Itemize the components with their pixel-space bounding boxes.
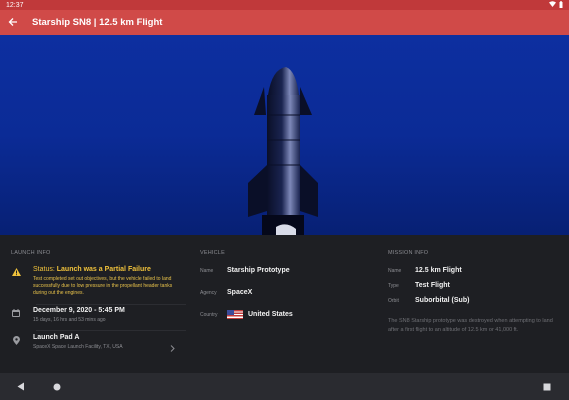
launch-date-row: December 9, 2020 - 5:45 PM 15 days, 16 h…: [0, 307, 190, 323]
status-label: Status:: [33, 266, 55, 273]
vehicle-country-label: Country: [200, 311, 218, 318]
battery-icon: [559, 0, 563, 10]
launch-info-title: LAUNCH INFO: [11, 250, 51, 256]
launch-pad-row[interactable]: Launch Pad A SpaceX Space Launch Facilit…: [0, 334, 190, 354]
calendar-icon: [7, 307, 25, 323]
vehicle-section: VEHICLE Name Starship Prototype Agency S…: [190, 235, 378, 373]
launch-info-section: LAUNCH INFO Status: Launch was a Partial…: [0, 235, 190, 373]
mission-name-label: Name: [388, 267, 402, 274]
status-value: Launch was a Partial Failure: [56, 266, 151, 273]
vehicle-country-value: United States: [248, 311, 293, 318]
vehicle-title: VEHICLE: [200, 250, 225, 256]
square-recents-icon: [543, 378, 551, 396]
circle-home-icon: [53, 378, 61, 396]
triangle-back-icon: [17, 378, 25, 396]
location-pin-icon: [7, 334, 25, 354]
launch-date-relative: 15 days, 16 hrs and 53 mins ago: [33, 317, 106, 323]
launch-status-row: Status: Launch was a Partial Failure Tes…: [0, 266, 190, 297]
system-status-bar: 12:37: [0, 0, 569, 10]
mission-type-value: Test Flight: [415, 282, 450, 289]
vehicle-agency-label: Agency: [200, 289, 217, 296]
vehicle-agency-value: SpaceX: [227, 289, 253, 296]
divider: [36, 330, 186, 331]
nav-recents-button[interactable]: [541, 381, 552, 392]
mission-info-section: MISSION INFO Name 12.5 km Flight Type Te…: [378, 235, 569, 373]
vehicle-agency-row: Agency SpaceX: [200, 289, 252, 296]
mission-orbit-label: Orbit: [388, 297, 399, 304]
status-time: 12:37: [6, 1, 24, 9]
divider: [36, 304, 186, 305]
mission-type-row: Type Test Flight: [388, 282, 450, 289]
launch-details-panel: LAUNCH INFO Status: Launch was a Partial…: [0, 235, 569, 373]
arrow-left-icon: [8, 14, 18, 32]
nav-home-button[interactable]: [51, 381, 62, 392]
chevron-right-icon: [170, 334, 175, 354]
app-bar: Starship SN8 | 12.5 km Flight: [0, 10, 569, 35]
us-flag-icon: [227, 310, 243, 319]
mission-info-title: MISSION INFO: [388, 250, 429, 256]
back-button[interactable]: [0, 10, 26, 35]
launch-pad-name: Launch Pad A: [33, 334, 80, 341]
launch-status: Status: Launch was a Partial Failure: [33, 266, 183, 273]
status-icons: [549, 0, 563, 10]
mission-description: The SN8 Starship prototype was destroyed…: [388, 318, 553, 333]
warning-icon: [7, 266, 25, 297]
wifi-icon: [549, 1, 556, 9]
mission-name-value: 12.5 km Flight: [415, 267, 462, 274]
status-description: Test completed set out objectives, but t…: [33, 276, 173, 296]
vehicle-country-row: Country United States: [200, 310, 293, 319]
launch-hero-image: [0, 35, 569, 235]
page-title: Starship SN8 | 12.5 km Flight: [32, 17, 163, 28]
launch-date: December 9, 2020 - 5:45 PM: [33, 307, 125, 314]
starship-rocket-illustration: [248, 67, 318, 235]
vehicle-name-row: Name Starship Prototype: [200, 267, 290, 274]
vehicle-name-label: Name: [200, 267, 214, 274]
mission-orbit-value: Suborbital (Sub): [415, 297, 470, 304]
nav-back-button[interactable]: [15, 381, 26, 392]
mission-orbit-row: Orbit Suborbital (Sub): [388, 297, 469, 304]
mission-type-label: Type: [388, 282, 399, 289]
vehicle-name-value: Starship Prototype: [227, 267, 290, 274]
mission-name-row: Name 12.5 km Flight: [388, 267, 462, 274]
system-navigation-bar: [0, 373, 569, 400]
launch-pad-location: SpaceX Space Launch Facility, TX, USA: [33, 344, 123, 350]
